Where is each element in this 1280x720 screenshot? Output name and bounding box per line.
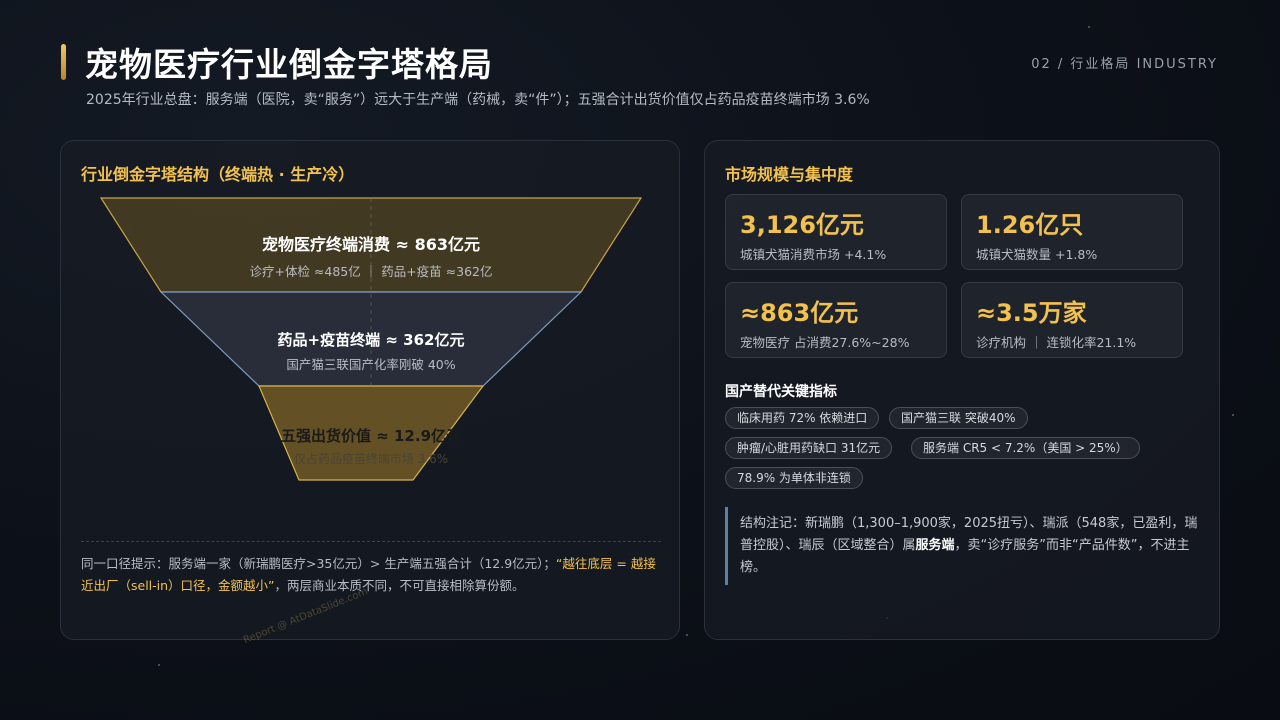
background-star xyxy=(686,634,688,636)
indicator-chip: 肿瘤/心脏用药缺口 31亿元 xyxy=(725,437,893,459)
pyramid-level-1-text: 宠物医疗终端消费 ≈ 863亿元 诊疗+体检 ≈485亿 ｜ 药品+疫苗 ≈36… xyxy=(171,231,571,280)
pyramid-level-2-detail: 国产猫三联国产化率刚破 40% xyxy=(286,357,456,372)
pyramid-level-2-label: 药品+疫苗终端 ≈ 362亿元 xyxy=(277,331,465,349)
kpi-value: 3,126亿元 xyxy=(740,211,864,239)
note-divider xyxy=(81,541,661,542)
pyramid-level-2-text: 药品+疫苗终端 ≈ 362亿元 国产猫三联国产化率刚破 40% xyxy=(171,329,571,373)
indicators-title: 国产替代关键指标 xyxy=(725,384,837,400)
kpi-card-consumption: 3,126亿元 城镇犬猫消费市场 +4.1% xyxy=(725,194,947,270)
kpi-value: ≈863亿元 xyxy=(740,299,859,327)
pyramid-level-3-label: 五强出货价值 ≈ 12.9亿元 xyxy=(280,427,462,445)
indicator-chip: 临床用药 72% 依赖进口 xyxy=(725,407,880,429)
market-panel: 市场规模与集中度 3,126亿元 城镇犬猫消费市场 +4.1% 1.26亿只 城… xyxy=(704,140,1220,640)
background-star xyxy=(158,664,160,666)
pyramid-panel: 行业倒金字塔结构（终端热 · 生产冷） 宠物医疗终端消费 ≈ 863亿元 诊疗+… xyxy=(60,140,680,640)
page-subtitle: 2025年行业总盘：服务端（医院，卖“服务”）远大于生产端（药械，卖“件”）；五… xyxy=(86,92,870,108)
kpi-label: 诊疗机构 ｜ 连锁化率21.1% xyxy=(976,335,1137,350)
remark-bold: 服务端 xyxy=(915,538,955,553)
page-title: 宠物医疗行业倒金字塔格局 xyxy=(85,45,493,84)
indicator-chip: 78.9% 为单体非连锁 xyxy=(725,467,863,489)
background-star xyxy=(1232,414,1234,416)
pyramid-level-1-detail: 诊疗+体检 ≈485亿 ｜ 药品+疫苗 ≈362亿 xyxy=(249,264,493,279)
structure-remark: 结构注记：新瑞鹏（1,300–1,900家，2025扭亏）、瑞派（548家，已盈… xyxy=(725,507,1210,585)
pyramid-level-1-label: 宠物医疗终端消费 ≈ 863亿元 xyxy=(262,235,480,254)
indicator-chip: 国产猫三联 突破40% xyxy=(889,407,1028,429)
kpi-card-pet-count: 1.26亿只 城镇犬猫数量 +1.8% xyxy=(961,194,1183,270)
section-tag: 02 / 行业格局 INDUSTRY xyxy=(1031,57,1218,72)
kpi-label: 宠物医疗 占消费27.6%~28% xyxy=(740,335,910,350)
pyramid-note: 同一口径提示：服务端一家（新瑞鹏医疗>35亿元）> 生产端五强合计（12.9亿元… xyxy=(81,553,661,597)
market-panel-title: 市场规模与集中度 xyxy=(725,165,854,184)
title-accent-bar xyxy=(61,44,66,80)
kpi-card-clinics: ≈3.5万家 诊疗机构 ｜ 连锁化率21.1% xyxy=(961,282,1183,358)
kpi-label: 城镇犬猫数量 +1.8% xyxy=(976,247,1098,262)
pyramid-level-3-detail: 仅占药品疫苗终端市场 3.6% xyxy=(293,452,449,466)
indicator-chip: 服务端 CR5 < 7.2%（美国 > 25%） xyxy=(911,437,1140,459)
note-tail: ，两层商业本质不同，不可直接相除算份额。 xyxy=(274,578,525,593)
kpi-value: ≈3.5万家 xyxy=(976,299,1087,327)
background-star xyxy=(1088,26,1090,28)
kpi-label: 城镇犬猫消费市场 +4.1% xyxy=(740,247,887,262)
kpi-value: 1.26亿只 xyxy=(976,211,1084,239)
kpi-card-medical: ≈863亿元 宠物医疗 占消费27.6%~28% xyxy=(725,282,947,358)
note-text: 同一口径提示：服务端一家（新瑞鹏医疗>35亿元）> 生产端五强合计（12.9亿元… xyxy=(81,556,556,571)
pyramid-level-3-text: 五强出货价值 ≈ 12.9亿元 仅占药品疫苗终端市场 3.6% xyxy=(201,425,541,467)
